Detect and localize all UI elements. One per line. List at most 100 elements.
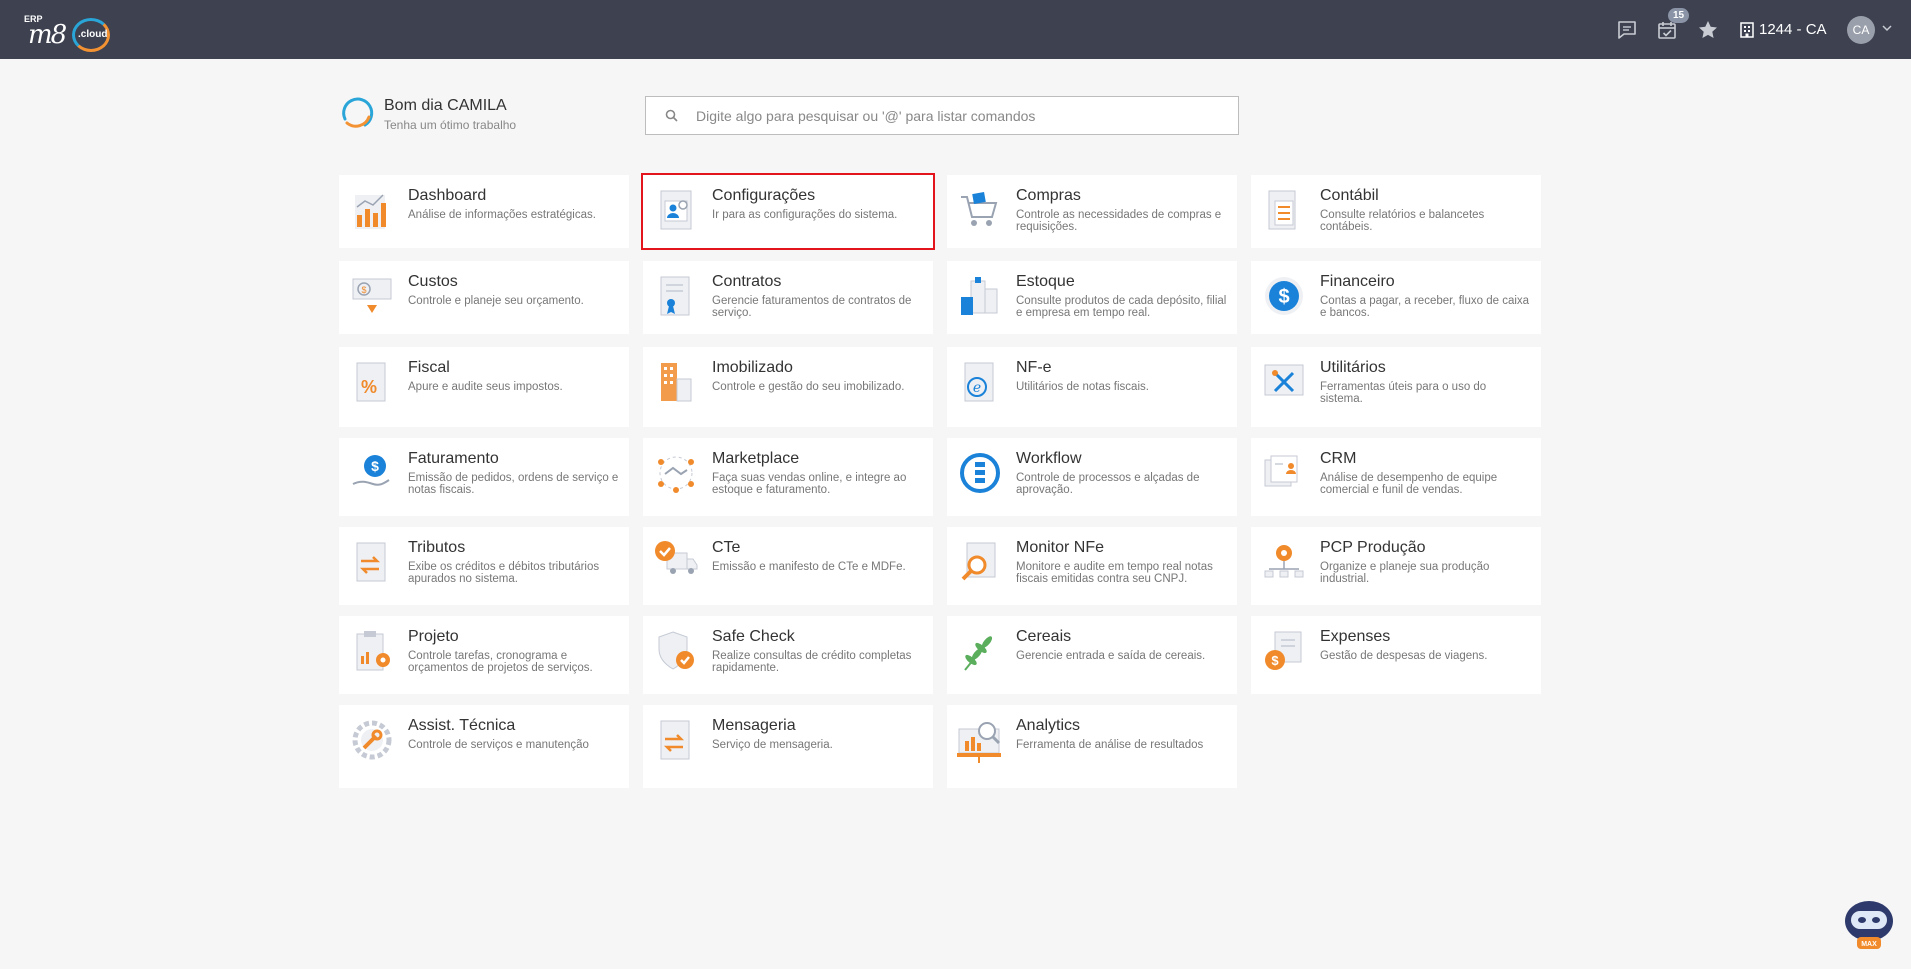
- module-card-configura-es[interactable]: Configurações Ir para as configurações do…: [641, 173, 935, 250]
- svg-text:$: $: [1271, 653, 1279, 668]
- svg-text:$: $: [361, 285, 366, 295]
- magnifier-document-icon: [961, 542, 996, 581]
- module-card-estoque[interactable]: Estoque Consulte produtos de cada depósit…: [947, 261, 1237, 334]
- module-card-utilit-rios[interactable]: Utilitários Ferramentas úteis para o uso …: [1251, 347, 1541, 427]
- module-title: Contratos: [712, 273, 782, 290]
- analytics-board-icon: [957, 722, 1001, 763]
- greeting-subtitle: Tenha um ótimo trabalho: [384, 118, 517, 132]
- module-description: Emissão e manifesto de CTe e MDFe.: [712, 561, 906, 573]
- module-description: Controle e gestão do seu imobilizado.: [712, 381, 905, 393]
- message-exchange-icon: [660, 720, 690, 760]
- module-card-pcp-produ-o[interactable]: PCP Produção Organize e planeje sua produ…: [1251, 527, 1541, 605]
- wheat-icon: [964, 636, 993, 671]
- wrench-gear-icon: [352, 720, 392, 760]
- module-description: Emissão de pedidos, ordens de serviço e …: [408, 472, 619, 496]
- settings-user-icon: [660, 190, 692, 230]
- module-card-analytics[interactable]: Analytics Ferramenta de análise de result…: [947, 705, 1237, 788]
- module-card-compras[interactable]: Compras Controle as necessidades de compr…: [947, 175, 1237, 248]
- module-title: Configurações: [712, 187, 816, 204]
- company-selector[interactable]: 1244 - CA: [1740, 21, 1827, 38]
- svg-text:$: $: [371, 458, 379, 474]
- module-description: Ferramentas úteis para o uso do sistema.: [1320, 381, 1487, 405]
- avatar[interactable]: CA: [1847, 16, 1875, 44]
- percent-document-icon: %: [356, 362, 386, 402]
- contract-icon: [660, 276, 690, 316]
- module-description: Gestão de despesas de viagens.: [1320, 650, 1488, 662]
- module-card-custos[interactable]: $ Custos Controle e planeje seu orçamento.: [339, 261, 629, 334]
- module-description: Faça suas vendas online, e integre ao es…: [712, 472, 907, 496]
- module-card-projeto[interactable]: Projeto Controle tarefas, cronograma e or…: [339, 616, 629, 694]
- money-down-icon: $: [352, 278, 392, 313]
- module-card-workflow[interactable]: Workflow Controle de processos e alçadas …: [947, 438, 1237, 516]
- module-card-contratos[interactable]: Contratos Gerencie faturamentos de contra…: [643, 261, 933, 334]
- module-card-cont-bil[interactable]: Contábil Consulte relatórios e balancetes…: [1251, 175, 1541, 248]
- m8-logo[interactable]: ERP m8 .cloud: [24, 12, 114, 52]
- module-title: Expenses: [1320, 628, 1391, 645]
- svg-text:$: $: [1278, 286, 1289, 308]
- module-card-monitor-nfe[interactable]: Monitor NFe Monitore e audite em tempo re…: [947, 527, 1237, 605]
- module-description: Ir para as configurações do sistema.: [712, 209, 898, 221]
- module-description: Monitore e audite em tempo real notas fi…: [1016, 561, 1213, 585]
- module-description: Exibe os créditos e débitos tributários …: [408, 561, 600, 585]
- module-title: Assist. Técnica: [408, 717, 516, 734]
- shield-check-icon: [658, 631, 694, 670]
- module-title: Safe Check: [712, 628, 795, 645]
- module-card-dashboard[interactable]: Dashboard Análise de informações estratég…: [339, 175, 629, 248]
- module-title: Financeiro: [1320, 273, 1395, 290]
- crm-cards-icon: [1264, 455, 1298, 487]
- module-title: Contábil: [1320, 187, 1379, 204]
- module-description: Organize e planeje sua produção industri…: [1320, 561, 1490, 585]
- workflow-icon: [960, 453, 1000, 493]
- module-title: Marketplace: [712, 450, 800, 467]
- module-card-fiscal[interactable]: % Fiscal Apure e audite seus impostos.: [339, 347, 629, 427]
- gear-network-icon: [1264, 545, 1304, 578]
- building-icon: [1740, 21, 1754, 38]
- nfe-document-icon: e: [964, 362, 994, 402]
- module-description: Controle de processos e alçadas de aprov…: [1016, 472, 1200, 496]
- module-description: Contas a pagar, a receber, fluxo de caix…: [1320, 295, 1530, 319]
- module-card-nf-e[interactable]: e NF-e Utilitários de notas fiscais.: [947, 347, 1237, 427]
- module-description: Utilitários de notas fiscais.: [1016, 381, 1149, 393]
- module-description: Serviço de mensageria.: [712, 739, 833, 751]
- building-icon: [661, 363, 692, 402]
- search-box[interactable]: [645, 96, 1239, 135]
- module-title: Utilitários: [1320, 359, 1386, 376]
- module-title: NF-e: [1016, 359, 1052, 376]
- module-title: Compras: [1016, 187, 1081, 204]
- svg-text:MAX: MAX: [1861, 941, 1877, 948]
- warehouse-icon: [961, 277, 998, 315]
- module-description: Controle de serviços e manutenção: [408, 739, 589, 751]
- module-title: Projeto: [408, 628, 459, 645]
- module-card-imobilizado[interactable]: Imobilizado Controle e gestão do seu imob…: [643, 347, 933, 427]
- module-description: Consulte produtos de cada depósito, fili…: [1016, 295, 1227, 319]
- module-card-tributos[interactable]: Tributos Exibe os créditos e débitos trib…: [339, 527, 629, 605]
- calculator-icon: [1268, 190, 1296, 230]
- tools-icon: [1264, 364, 1304, 396]
- logo-m8-text: m8: [28, 20, 67, 50]
- module-title: Imobilizado: [712, 359, 793, 376]
- clipboard-gear-icon: [356, 631, 390, 671]
- module-title: PCP Produção: [1320, 539, 1426, 556]
- search-input[interactable]: [696, 107, 1216, 124]
- module-card-financeiro[interactable]: $ Financeiro Contas a pagar, a receber, fl…: [1251, 261, 1541, 334]
- company-label: 1244 - CA: [1759, 21, 1827, 38]
- module-card-expenses[interactable]: $ Expenses Gestão de despesas de viagens.: [1251, 616, 1541, 694]
- module-card-faturamento[interactable]: $ Faturamento Emissão de pedidos, ordens d…: [339, 438, 629, 516]
- module-card-safe-check[interactable]: Safe Check Realize consultas de crédito c…: [643, 616, 933, 694]
- module-card-mensageria[interactable]: Mensageria Serviço de mensageria.: [643, 705, 933, 788]
- module-description: Controle as necessidades de compras e re…: [1016, 209, 1222, 233]
- module-description: Análise de desempenho de equipe comercia…: [1320, 472, 1498, 496]
- module-title: Analytics: [1016, 717, 1081, 734]
- calendar-badge: 15: [1668, 8, 1690, 23]
- star-icon[interactable]: [1697, 19, 1719, 41]
- max-assistant-icon[interactable]: MAX: [1839, 893, 1899, 953]
- module-card-crm[interactable]: CRM Análise de desempenho de equipe comer…: [1251, 438, 1541, 516]
- module-title: Cereais: [1016, 628, 1072, 645]
- module-title: Dashboard: [408, 187, 487, 204]
- module-card-cte[interactable]: CTe Emissão e manifesto de CTe e MDFe.: [643, 527, 933, 605]
- chevron-down-icon[interactable]: [1882, 24, 1892, 32]
- module-card-cereais[interactable]: Cereais Gerencie entrada e saída de cerea…: [947, 616, 1237, 694]
- module-card-marketplace[interactable]: Marketplace Faça suas vendas online, e in…: [643, 438, 933, 516]
- chat-icon[interactable]: [1616, 19, 1638, 41]
- module-card-assist-t-cnica[interactable]: Assist. Técnica Controle de serviços e ma…: [339, 705, 629, 788]
